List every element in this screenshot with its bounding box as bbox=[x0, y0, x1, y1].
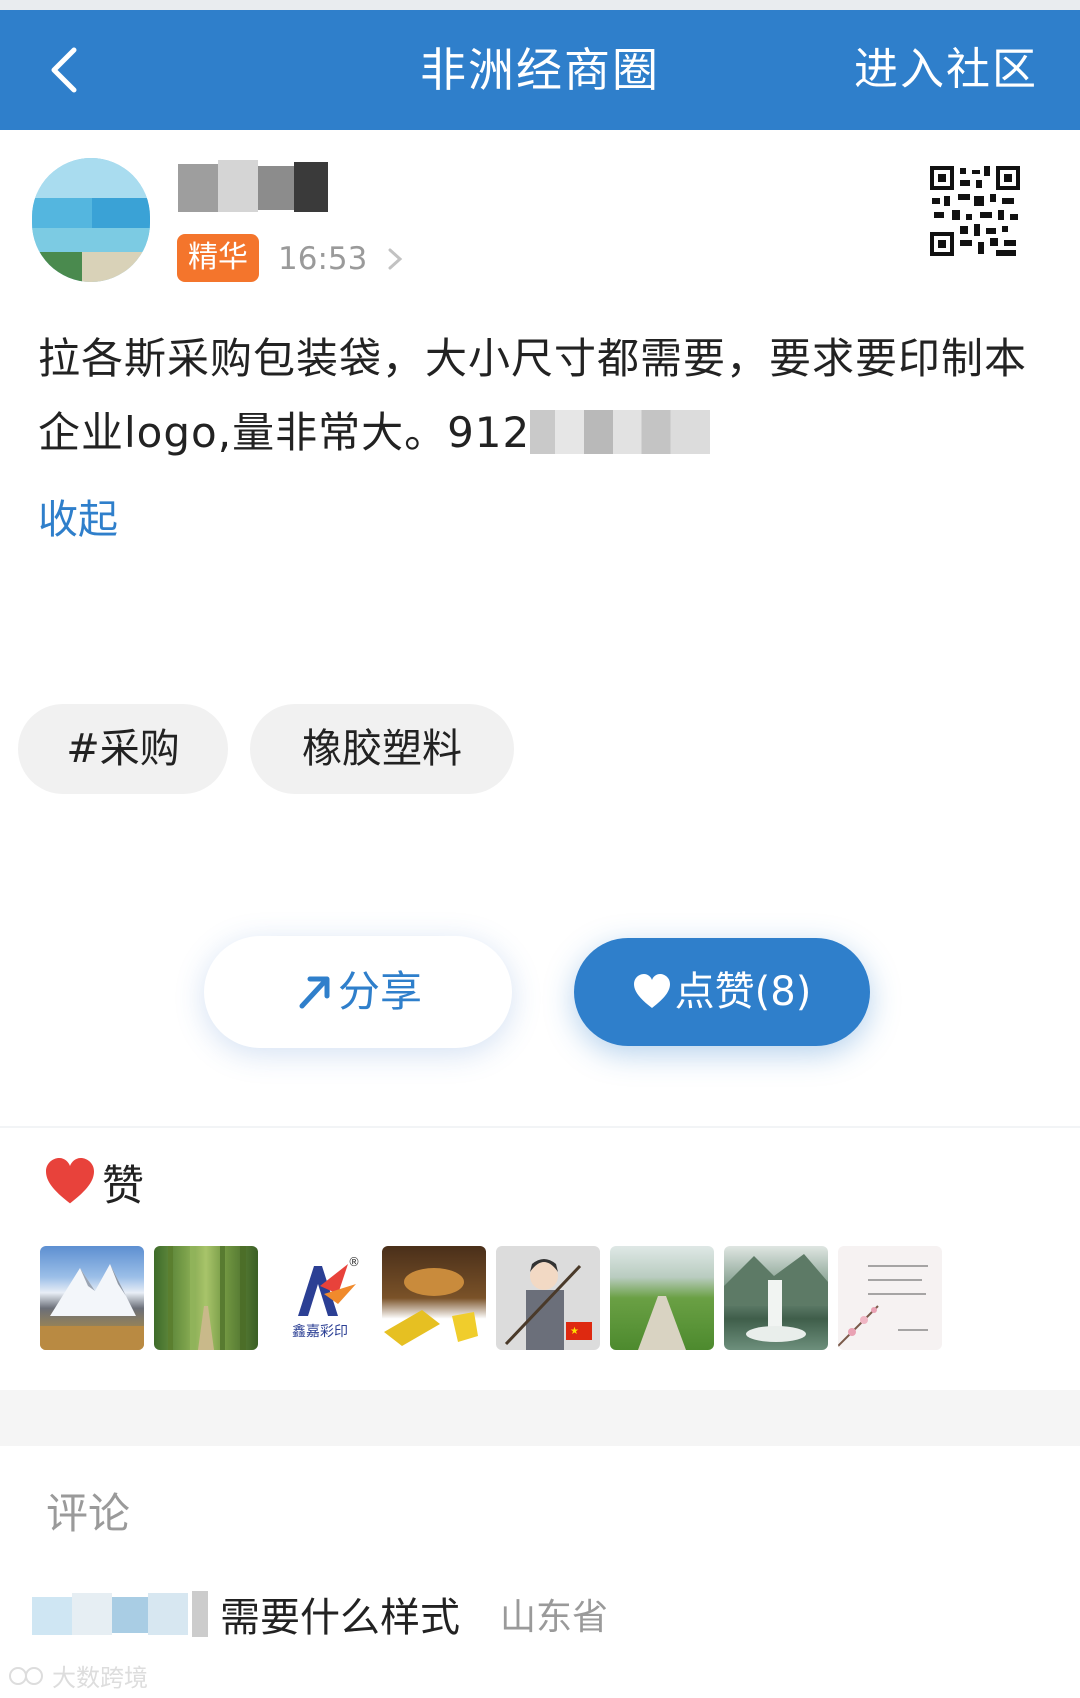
share-label: 分享 bbox=[337, 967, 422, 1016]
comment-location: 山东省 bbox=[500, 1597, 609, 1638]
heart-icon bbox=[633, 974, 670, 1008]
liker-avatar-mountain[interactable] bbox=[40, 1246, 144, 1350]
section-divider bbox=[0, 1126, 1080, 1128]
like-button[interactable]: 点赞(8) bbox=[574, 938, 870, 1046]
tag-purchase[interactable]: #采购 bbox=[18, 704, 228, 794]
like-label: 点赞(8) bbox=[674, 969, 812, 1015]
post-time: 16:53 bbox=[278, 241, 368, 277]
svg-text:®: ® bbox=[348, 1255, 360, 1269]
redacted-phone bbox=[530, 409, 711, 454]
commenter-name-redacted bbox=[32, 1589, 212, 1639]
status-strip bbox=[0, 0, 1080, 10]
watermark: 大数跨境 bbox=[8, 1658, 148, 1693]
red-heart-icon bbox=[46, 1158, 94, 1204]
liker-logo-text: 鑫嘉彩印 bbox=[292, 1323, 348, 1340]
liker-avatar-road[interactable] bbox=[610, 1246, 714, 1350]
enter-community-link[interactable]: 进入社区 bbox=[854, 40, 1038, 100]
nav-bar: 非洲经商圈 进入社区 bbox=[0, 10, 1080, 130]
share-button[interactable]: 分享 bbox=[204, 936, 512, 1048]
liker-avatar-xinjia-logo[interactable]: 鑫嘉彩印 ® bbox=[268, 1246, 372, 1350]
liker-avatar-list: 鑫嘉彩印 ® ★ bbox=[40, 1246, 942, 1350]
post-content: 拉各斯采购包装袋，大小尺寸都需要，要求要印制本企业logo,量非常大。912 bbox=[38, 322, 1058, 470]
likes-header: 赞 bbox=[44, 1152, 144, 1212]
qr-code-icon[interactable] bbox=[930, 166, 1020, 256]
liker-avatar-waterfall[interactable] bbox=[724, 1246, 828, 1350]
liker-avatar-plum-calligraphy[interactable] bbox=[838, 1246, 942, 1350]
comments-title: 评论 bbox=[46, 1489, 131, 1538]
author-avatar[interactable] bbox=[32, 158, 150, 282]
section-gap bbox=[0, 1390, 1080, 1446]
svg-text:★: ★ bbox=[570, 1326, 579, 1337]
tag-rubber-plastic[interactable]: 橡胶塑料 bbox=[250, 704, 514, 794]
comment-text: 需要什么样式 bbox=[220, 1595, 460, 1641]
chevron-right-icon[interactable] bbox=[380, 244, 410, 274]
liker-avatar-gold[interactable] bbox=[382, 1246, 486, 1350]
author-name-redacted bbox=[178, 160, 328, 216]
liker-avatar-anime[interactable]: ★ bbox=[496, 1246, 600, 1350]
likes-title: 赞 bbox=[102, 1160, 145, 1210]
share-arrow-icon bbox=[299, 976, 330, 1009]
comment-item[interactable]: 需要什么样式 山东省 bbox=[32, 1578, 608, 1650]
collapse-link[interactable]: 收起 bbox=[38, 492, 118, 548]
featured-badge: 精华 bbox=[177, 234, 259, 282]
watermark-text: 大数跨境 bbox=[52, 1664, 148, 1692]
watermark-logo-icon bbox=[9, 1666, 43, 1685]
liker-avatar-bamboo[interactable] bbox=[154, 1246, 258, 1350]
